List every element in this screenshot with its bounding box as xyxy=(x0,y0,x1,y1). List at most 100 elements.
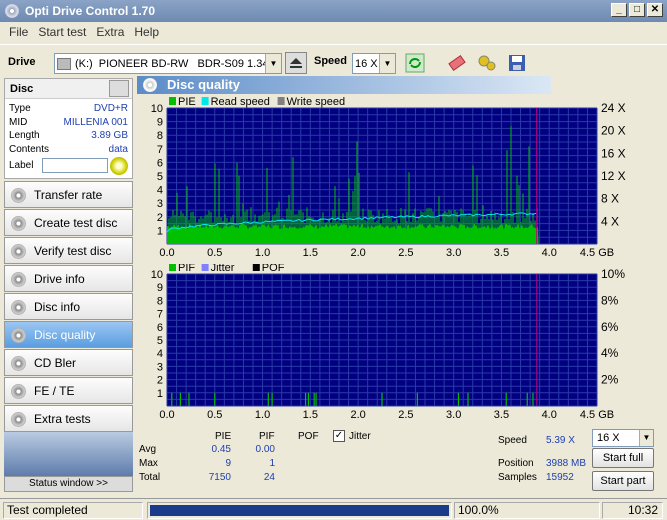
y-tick-label: 3 xyxy=(157,361,163,373)
chevron-down-icon[interactable]: ▼ xyxy=(265,54,281,73)
drive-select[interactable]: (K:) PIONEER BD-RW BDR-S09 1.34 ▼ xyxy=(54,53,282,74)
disc-icon xyxy=(11,356,26,371)
menu-start-test[interactable]: Start test xyxy=(33,25,91,39)
disc-panel: Disc Type DVD+R MID MILLENIA 001 Length 3.8… xyxy=(4,78,133,179)
disc-type-label: Type xyxy=(9,103,31,114)
disc-panel-button[interactable] xyxy=(109,80,129,97)
sidebar-fill xyxy=(4,432,133,478)
nav-item-fe-te[interactable]: FE / TE xyxy=(4,377,133,404)
y-tick-label: 4 xyxy=(157,185,163,197)
start-part-button[interactable]: Start part xyxy=(592,471,654,491)
speed-select-value: 16 X xyxy=(355,57,378,70)
refresh-icon xyxy=(405,53,425,73)
save-button[interactable] xyxy=(506,52,528,74)
x-tick-label: 1.0 xyxy=(255,247,270,259)
disc-type-row: Type DVD+R xyxy=(5,102,132,116)
x-tick-label: 4.0 xyxy=(542,409,557,421)
menu-extra[interactable]: Extra xyxy=(91,25,129,39)
nav-item-verify-test-disc[interactable]: Verify test disc xyxy=(4,237,133,264)
stats-col-pof: POF xyxy=(298,431,319,442)
y2-tick-label: 8% xyxy=(601,293,619,307)
max-label: Max xyxy=(139,458,158,469)
disc-quality-icon xyxy=(143,78,157,92)
eject-button[interactable] xyxy=(285,52,307,74)
progress-percent: 100.0% xyxy=(454,502,600,519)
y-tick-label: 10 xyxy=(151,103,163,115)
speed-select[interactable]: 16 X ▼ xyxy=(352,53,396,74)
disc-label-row: Label xyxy=(5,156,132,175)
nav-item-label: CD Bler xyxy=(34,355,77,370)
drive-icon xyxy=(57,57,71,70)
legend-swatch xyxy=(252,264,260,271)
y-tick-label: 1 xyxy=(157,225,163,237)
disc-length-label: Length xyxy=(9,130,40,141)
test-speed-value: 16 X xyxy=(597,432,620,444)
legend-label: POF xyxy=(262,264,285,274)
gears-icon xyxy=(478,55,496,71)
disc-type-value: DVD+R xyxy=(93,103,128,114)
nav-item-label: Create test disc xyxy=(34,215,118,230)
legend-swatch xyxy=(201,97,209,105)
avg-pie: 0.45 xyxy=(211,444,231,455)
minimize-button[interactable]: _ xyxy=(611,3,627,17)
toolbar: Drive (K:) PIONEER BD-RW BDR-S09 1.34 ▼ … xyxy=(0,44,667,78)
stats-col-pie: PIE xyxy=(215,431,232,442)
progress-bar xyxy=(147,502,452,519)
disc-label-icon[interactable] xyxy=(110,156,128,175)
x-tick-label: 3.5 xyxy=(494,247,509,259)
eraser-icon xyxy=(448,55,466,71)
nav-item-cd-bler[interactable]: CD Bler xyxy=(4,349,133,376)
disc-icon xyxy=(11,384,26,399)
refresh-button[interactable] xyxy=(404,52,426,74)
drive-name: PIONEER BD-RW BDR-S09 1.34 xyxy=(98,57,269,70)
y2-tick-label: 6% xyxy=(601,320,619,334)
disc-label-label: Label xyxy=(9,160,34,171)
y-tick-label: 8 xyxy=(157,295,163,307)
y-tick-label: 6 xyxy=(157,322,163,334)
jitter-checkbox[interactable]: ✓ xyxy=(333,430,345,442)
y2-tick-label: 20 X xyxy=(601,124,626,138)
nav-item-label: Transfer rate xyxy=(34,187,103,202)
start-full-button[interactable]: Start full xyxy=(592,448,654,468)
close-button[interactable]: ✕ xyxy=(647,3,663,17)
legend-label: PIE xyxy=(178,96,196,108)
nav-item-transfer-rate[interactable]: Transfer rate xyxy=(4,181,133,208)
settings-button[interactable] xyxy=(476,52,498,74)
chevron-down-icon[interactable]: ▼ xyxy=(639,430,653,446)
disc-length-row: Length 3.89 GB xyxy=(5,129,132,143)
test-speed-select[interactable]: 16 X ▼ xyxy=(592,429,654,447)
status-text: Test completed xyxy=(3,502,143,519)
total-pif: 24 xyxy=(263,472,275,483)
status-bar: Test completed 100.0% 10:32 xyxy=(0,498,667,520)
x-tick-label: 4.0 xyxy=(542,247,557,259)
y2-tick-label: 12 X xyxy=(601,169,626,183)
clock-time: 10:32 xyxy=(602,502,663,519)
speed-label: Speed xyxy=(314,55,348,67)
disc-contents-label: Contents xyxy=(9,143,50,155)
menu-help[interactable]: Help xyxy=(129,25,164,39)
nav-item-disc-quality[interactable]: Disc quality xyxy=(4,321,133,348)
nav-item-create-test-disc[interactable]: Create test disc xyxy=(4,209,133,236)
samples-label: Samples xyxy=(498,472,537,483)
pie-chart: 0.0 0.5 1.0 1.5 2.0 2.5 3.0 3.5 4.0 4.5 GB 12 34 5 67… xyxy=(151,96,626,259)
legend-swatch xyxy=(169,97,176,105)
status-window-button[interactable]: Status window >> xyxy=(4,476,133,492)
x-tick-label: 2.0 xyxy=(350,409,365,421)
x-tick-label: 3.5 xyxy=(494,409,509,421)
nav-item-extra-tests[interactable]: Extra tests xyxy=(4,405,133,432)
x-tick-label: 2.5 xyxy=(398,247,413,259)
disc-mid-label: MID xyxy=(9,116,28,128)
erase-button[interactable] xyxy=(446,52,468,74)
maximize-button[interactable]: □ xyxy=(629,3,645,17)
disc-quality-panel: Disc quality 0.0 0.5 1.0 1.5 2.0 2.5 3.0 3.5 4.0… xyxy=(137,76,663,492)
nav-item-disc-info[interactable]: Disc info xyxy=(4,293,133,320)
disc-label-input[interactable] xyxy=(41,158,108,174)
menu-file[interactable]: File xyxy=(4,25,33,39)
nav-item-drive-info[interactable]: Drive info xyxy=(4,265,133,292)
pif-chart: 0.0 0.5 1.0 1.5 2.0 2.5 3.0 3.5 4.0 4.5 GB 12 34567… xyxy=(151,264,625,421)
nav-item-label: Drive info xyxy=(34,271,85,286)
nav-item-label: Disc info xyxy=(34,299,81,314)
chevron-down-icon[interactable]: ▼ xyxy=(379,54,395,73)
drive-label: Drive xyxy=(8,55,36,68)
disc-mid-value: MILLENIA 001 xyxy=(63,116,128,128)
